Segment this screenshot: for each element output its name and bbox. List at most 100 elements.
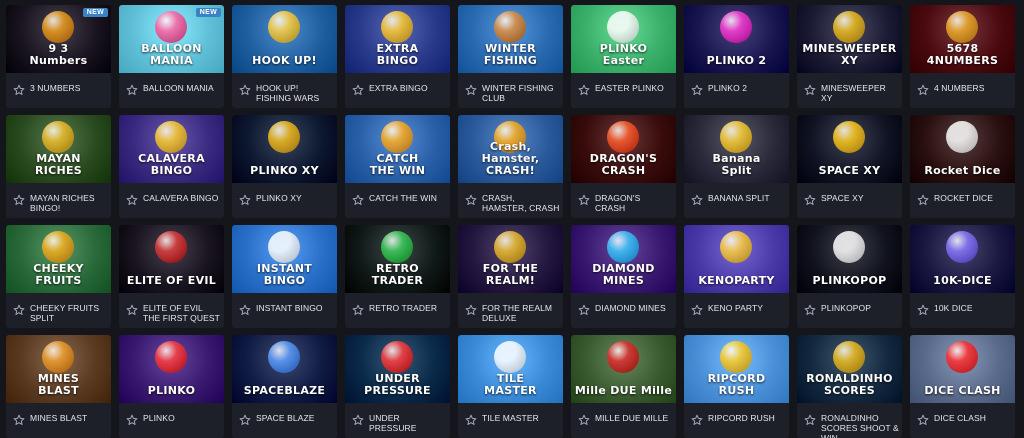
game-thumbnail[interactable]: FOR THE REALM! <box>458 225 563 293</box>
game-thumbnail[interactable]: MINES BLAST <box>6 335 111 403</box>
game-title[interactable]: DRAGON'S CRASH <box>595 193 673 213</box>
star-outline-icon[interactable] <box>578 304 590 316</box>
game-title[interactable]: MINESWEEPER XY <box>821 83 899 103</box>
game-title[interactable]: 4 NUMBERS <box>934 83 1012 93</box>
star-outline-icon[interactable] <box>239 304 251 316</box>
game-thumbnail[interactable]: RIPCORD RUSH <box>684 335 789 403</box>
game-card-ripcord-rush[interactable]: RIPCORD RUSH RIPCORD RUSH <box>684 335 789 438</box>
game-thumbnail[interactable]: CATCH THE WIN <box>345 115 450 183</box>
star-outline-icon[interactable] <box>352 414 364 426</box>
game-thumbnail[interactable]: PLINKO XY <box>232 115 337 183</box>
game-title[interactable]: RONALDINHO SCORES SHOOT & WIN <box>821 413 899 438</box>
game-card-rocket-dice[interactable]: Rocket Dice ROCKET DICE <box>910 115 1015 218</box>
game-title[interactable]: EXTRA BINGO <box>369 83 447 93</box>
game-thumbnail[interactable]: PLINKO 2 <box>684 5 789 73</box>
star-outline-icon[interactable] <box>352 194 364 206</box>
game-thumbnail[interactable]: RONALDINHO SCORES <box>797 335 902 403</box>
star-outline-icon[interactable] <box>917 304 929 316</box>
game-title[interactable]: KENO PARTY <box>708 303 786 313</box>
star-outline-icon[interactable] <box>691 414 703 426</box>
game-title[interactable]: CALAVERA BINGO <box>143 193 221 203</box>
star-outline-icon[interactable] <box>126 194 138 206</box>
game-title[interactable]: ROCKET DICE <box>934 193 1012 203</box>
game-title[interactable]: PLINKOPOP <box>821 303 899 313</box>
game-title[interactable]: ELITE OF EVIL THE FIRST QUEST <box>143 303 221 323</box>
game-thumbnail[interactable]: 9 3 Numbers NEW <box>6 5 111 73</box>
game-card-winter-fishing-club[interactable]: WINTER FISHING WINTER FISHING CLUB <box>458 5 563 108</box>
game-card-plinko[interactable]: PLINKO PLINKO <box>119 335 224 438</box>
game-card-banana-split[interactable]: Banana Split BANANA SPLIT <box>684 115 789 218</box>
game-card-10k-dice[interactable]: 10K-DICE 10K DICE <box>910 225 1015 328</box>
game-title[interactable]: BALLOON MANIA <box>143 83 221 93</box>
game-thumbnail[interactable]: Mille DUE Mille <box>571 335 676 403</box>
game-thumbnail[interactable]: KENOPARTY <box>684 225 789 293</box>
game-thumbnail[interactable]: ELITE OF EVIL <box>119 225 224 293</box>
game-card-retro-trader[interactable]: RETRO TRADER RETRO TRADER <box>345 225 450 328</box>
game-thumbnail[interactable]: DIAMOND MINES <box>571 225 676 293</box>
star-outline-icon[interactable] <box>578 194 590 206</box>
game-thumbnail[interactable]: SPACEBLAZE <box>232 335 337 403</box>
game-thumbnail[interactable]: PLINKOPOP <box>797 225 902 293</box>
star-outline-icon[interactable] <box>804 304 816 316</box>
game-card-for-the-realm-deluxe[interactable]: FOR THE REALM! FOR THE REALM DELUXE <box>458 225 563 328</box>
star-outline-icon[interactable] <box>13 414 25 426</box>
game-card-minesweeper-xy[interactable]: MINESWEEPER XY MINESWEEPER XY <box>797 5 902 108</box>
star-outline-icon[interactable] <box>239 194 251 206</box>
star-outline-icon[interactable] <box>917 84 929 96</box>
star-outline-icon[interactable] <box>691 84 703 96</box>
game-card-keno-party[interactable]: KENOPARTY KENO PARTY <box>684 225 789 328</box>
game-thumbnail[interactable]: RETRO TRADER <box>345 225 450 293</box>
game-card-hook-up-fishing-wars[interactable]: HOOK UP! HOOK UP! FISHING WARS <box>232 5 337 108</box>
game-thumbnail[interactable]: BALLOON MANIA NEW <box>119 5 224 73</box>
star-outline-icon[interactable] <box>465 194 477 206</box>
star-outline-icon[interactable] <box>465 414 477 426</box>
star-outline-icon[interactable] <box>804 84 816 96</box>
star-outline-icon[interactable] <box>352 304 364 316</box>
game-title[interactable]: TILE MASTER <box>482 413 560 423</box>
game-title[interactable]: RETRO TRADER <box>369 303 447 313</box>
star-outline-icon[interactable] <box>13 304 25 316</box>
game-thumbnail[interactable]: MAYAN RICHES <box>6 115 111 183</box>
game-title[interactable]: MAYAN RICHES BINGO! <box>30 193 108 213</box>
game-title[interactable]: MINES BLAST <box>30 413 108 423</box>
game-thumbnail[interactable]: TILE MASTER <box>458 335 563 403</box>
star-outline-icon[interactable] <box>691 304 703 316</box>
game-card-dragon-s-crash[interactable]: DRAGON'S CRASH DRAGON'S CRASH <box>571 115 676 218</box>
game-thumbnail[interactable]: WINTER FISHING <box>458 5 563 73</box>
game-card-space-xy[interactable]: SPACE XY SPACE XY <box>797 115 902 218</box>
game-card-extra-bingo[interactable]: EXTRA BINGO EXTRA BINGO <box>345 5 450 108</box>
game-card-mayan-riches-bingo[interactable]: MAYAN RICHES MAYAN RICHES BINGO! <box>6 115 111 218</box>
star-outline-icon[interactable] <box>126 414 138 426</box>
star-outline-icon[interactable] <box>804 194 816 206</box>
game-card-plinko-2[interactable]: PLINKO 2 PLINKO 2 <box>684 5 789 108</box>
star-outline-icon[interactable] <box>13 84 25 96</box>
game-card-calavera-bingo[interactable]: CALAVERA BINGO CALAVERA BINGO <box>119 115 224 218</box>
game-card-dice-clash[interactable]: DICE CLASH DICE CLASH <box>910 335 1015 438</box>
game-title[interactable]: WINTER FISHING CLUB <box>482 83 560 103</box>
game-card-ronaldinho-scores-shoot-win[interactable]: RONALDINHO SCORES RONALDINHO SCORES SHOO… <box>797 335 902 438</box>
game-thumbnail[interactable]: PLINKO Easter <box>571 5 676 73</box>
game-thumbnail[interactable]: MINESWEEPER XY <box>797 5 902 73</box>
game-title[interactable]: SPACE BLAZE <box>256 413 334 423</box>
game-card-easter-plinko[interactable]: PLINKO Easter EASTER PLINKO <box>571 5 676 108</box>
game-title[interactable]: DICE CLASH <box>934 413 1012 423</box>
game-card-plinkopop[interactable]: PLINKOPOP PLINKOPOP <box>797 225 902 328</box>
game-title[interactable]: CATCH THE WIN <box>369 193 447 203</box>
game-card-plinko-xy[interactable]: PLINKO XY PLINKO XY <box>232 115 337 218</box>
star-outline-icon[interactable] <box>126 304 138 316</box>
game-card-tile-master[interactable]: TILE MASTER TILE MASTER <box>458 335 563 438</box>
game-thumbnail[interactable]: Crash, Hamster, CRASH! <box>458 115 563 183</box>
game-card-cheeky-fruits-split[interactable]: CHEEKY FRUITS CHEEKY FRUITS SPLIT <box>6 225 111 328</box>
game-card-instant-bingo[interactable]: INSTANT BINGO INSTANT BINGO <box>232 225 337 328</box>
game-thumbnail[interactable]: CALAVERA BINGO <box>119 115 224 183</box>
game-thumbnail[interactable]: CHEEKY FRUITS <box>6 225 111 293</box>
star-outline-icon[interactable] <box>917 414 929 426</box>
star-outline-icon[interactable] <box>578 84 590 96</box>
game-card-elite-of-evil-the-first-quest[interactable]: ELITE OF EVIL ELITE OF EVIL THE FIRST QU… <box>119 225 224 328</box>
game-title[interactable]: PLINKO 2 <box>708 83 786 93</box>
game-title[interactable]: FOR THE REALM DELUXE <box>482 303 560 323</box>
game-thumbnail[interactable]: UNDER PRESSURE <box>345 335 450 403</box>
game-title[interactable]: 3 NUMBERS <box>30 83 108 93</box>
game-card-under-pressure[interactable]: UNDER PRESSURE UNDER PRESSURE <box>345 335 450 438</box>
star-outline-icon[interactable] <box>465 84 477 96</box>
